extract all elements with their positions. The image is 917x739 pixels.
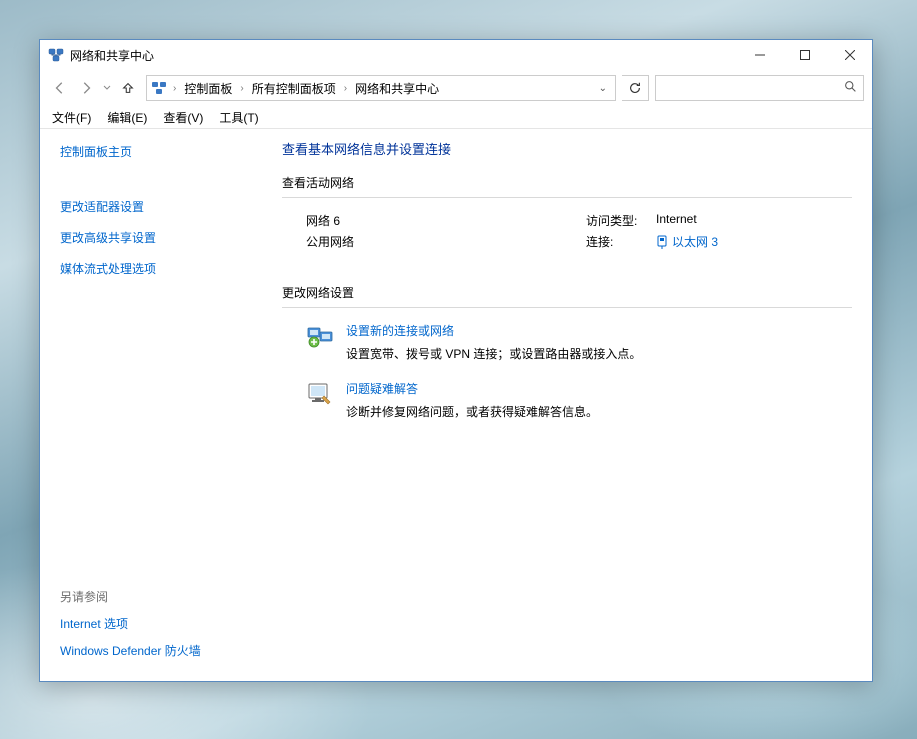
divider <box>282 197 852 198</box>
task-title: 设置新的连接或网络 <box>346 322 641 339</box>
window-title: 网络和共享中心 <box>70 47 154 64</box>
close-button[interactable] <box>827 40 872 70</box>
menu-file[interactable]: 文件(F) <box>44 107 99 128</box>
minimize-button[interactable] <box>737 40 782 70</box>
history-dropdown-icon[interactable] <box>100 84 114 92</box>
titlebar: 网络和共享中心 <box>40 40 872 70</box>
task-description: 诊断并修复网络问题，或者获得疑难解答信息。 <box>346 403 598 420</box>
network-type: 公用网络 <box>306 233 586 250</box>
access-type-label: 访问类型: <box>586 212 656 229</box>
menu-bar: 文件(F) 编辑(E) 查看(V) 工具(T) <box>40 106 872 129</box>
active-network-row: 网络 6 公用网络 访问类型: Internet 连接: <box>282 212 852 256</box>
troubleshoot-icon <box>306 380 334 408</box>
breadcrumb[interactable]: › 控制面板 › 所有控制面板项 › 网络和共享中心 ⌄ <box>146 75 616 101</box>
sidebar-internet-options[interactable]: Internet 选项 <box>60 617 128 631</box>
task-title: 问题疑难解答 <box>346 380 598 397</box>
ethernet-icon <box>656 235 668 249</box>
menu-tools[interactable]: 工具(T) <box>211 107 266 128</box>
window-controls <box>737 40 872 70</box>
chevron-down-icon[interactable]: ⌄ <box>599 83 607 94</box>
network-center-icon <box>151 80 167 96</box>
refresh-button[interactable] <box>622 75 649 101</box>
connection-link[interactable]: 以太网 3 <box>656 233 718 250</box>
network-name: 网络 6 <box>306 212 586 229</box>
page-title: 查看基本网络信息并设置连接 <box>282 139 852 158</box>
sidebar-change-adapter[interactable]: 更改适配器设置 <box>60 200 144 214</box>
main-content: 查看基本网络信息并设置连接 查看活动网络 网络 6 公用网络 访问类型: Int… <box>272 129 872 681</box>
menu-view[interactable]: 查看(V) <box>155 107 211 128</box>
back-button[interactable] <box>48 76 72 100</box>
connection-name: 以太网 3 <box>672 233 718 250</box>
search-input[interactable] <box>662 80 838 96</box>
active-networks-header: 查看活动网络 <box>282 174 852 191</box>
sidebar-defender-firewall[interactable]: Windows Defender 防火墙 <box>60 644 201 658</box>
divider <box>282 307 852 308</box>
chevron-right-icon[interactable]: › <box>238 83 245 94</box>
network-center-icon <box>48 47 64 63</box>
breadcrumb-segment[interactable]: 控制面板 <box>180 76 236 100</box>
connection-label: 连接: <box>586 233 656 252</box>
address-bar: › 控制面板 › 所有控制面板项 › 网络和共享中心 ⌄ <box>40 70 872 106</box>
menu-edit[interactable]: 编辑(E) <box>99 107 155 128</box>
sidebar: 控制面板主页 更改适配器设置 更改高级共享设置 媒体流式处理选项 另请参阅 In… <box>40 129 272 681</box>
breadcrumb-segment[interactable]: 网络和共享中心 <box>351 76 443 100</box>
maximize-button[interactable] <box>782 40 827 70</box>
sidebar-advanced-sharing[interactable]: 更改高级共享设置 <box>60 231 156 245</box>
window-frame: 网络和共享中心 <box>39 39 873 682</box>
see-also-label: 另请参阅 <box>60 588 260 605</box>
change-settings-header: 更改网络设置 <box>282 284 852 301</box>
chevron-right-icon[interactable]: › <box>342 83 349 94</box>
task-setup-connection[interactable]: 设置新的连接或网络 设置宽带、拨号或 VPN 连接；或设置路由器或接入点。 <box>306 322 852 362</box>
search-box[interactable] <box>655 75 864 101</box>
setup-connection-icon <box>306 322 334 350</box>
task-troubleshoot[interactable]: 问题疑难解答 诊断并修复网络问题，或者获得疑难解答信息。 <box>306 380 852 420</box>
forward-button[interactable] <box>74 76 98 100</box>
breadcrumb-segment[interactable]: 所有控制面板项 <box>248 76 340 100</box>
chevron-right-icon[interactable]: › <box>171 83 178 94</box>
sidebar-control-panel-home[interactable]: 控制面板主页 <box>60 145 132 159</box>
task-description: 设置宽带、拨号或 VPN 连接；或设置路由器或接入点。 <box>346 345 641 362</box>
search-icon[interactable] <box>844 80 857 96</box>
access-type-value: Internet <box>656 212 697 229</box>
up-button[interactable] <box>116 76 140 100</box>
sidebar-media-streaming[interactable]: 媒体流式处理选项 <box>60 262 156 276</box>
